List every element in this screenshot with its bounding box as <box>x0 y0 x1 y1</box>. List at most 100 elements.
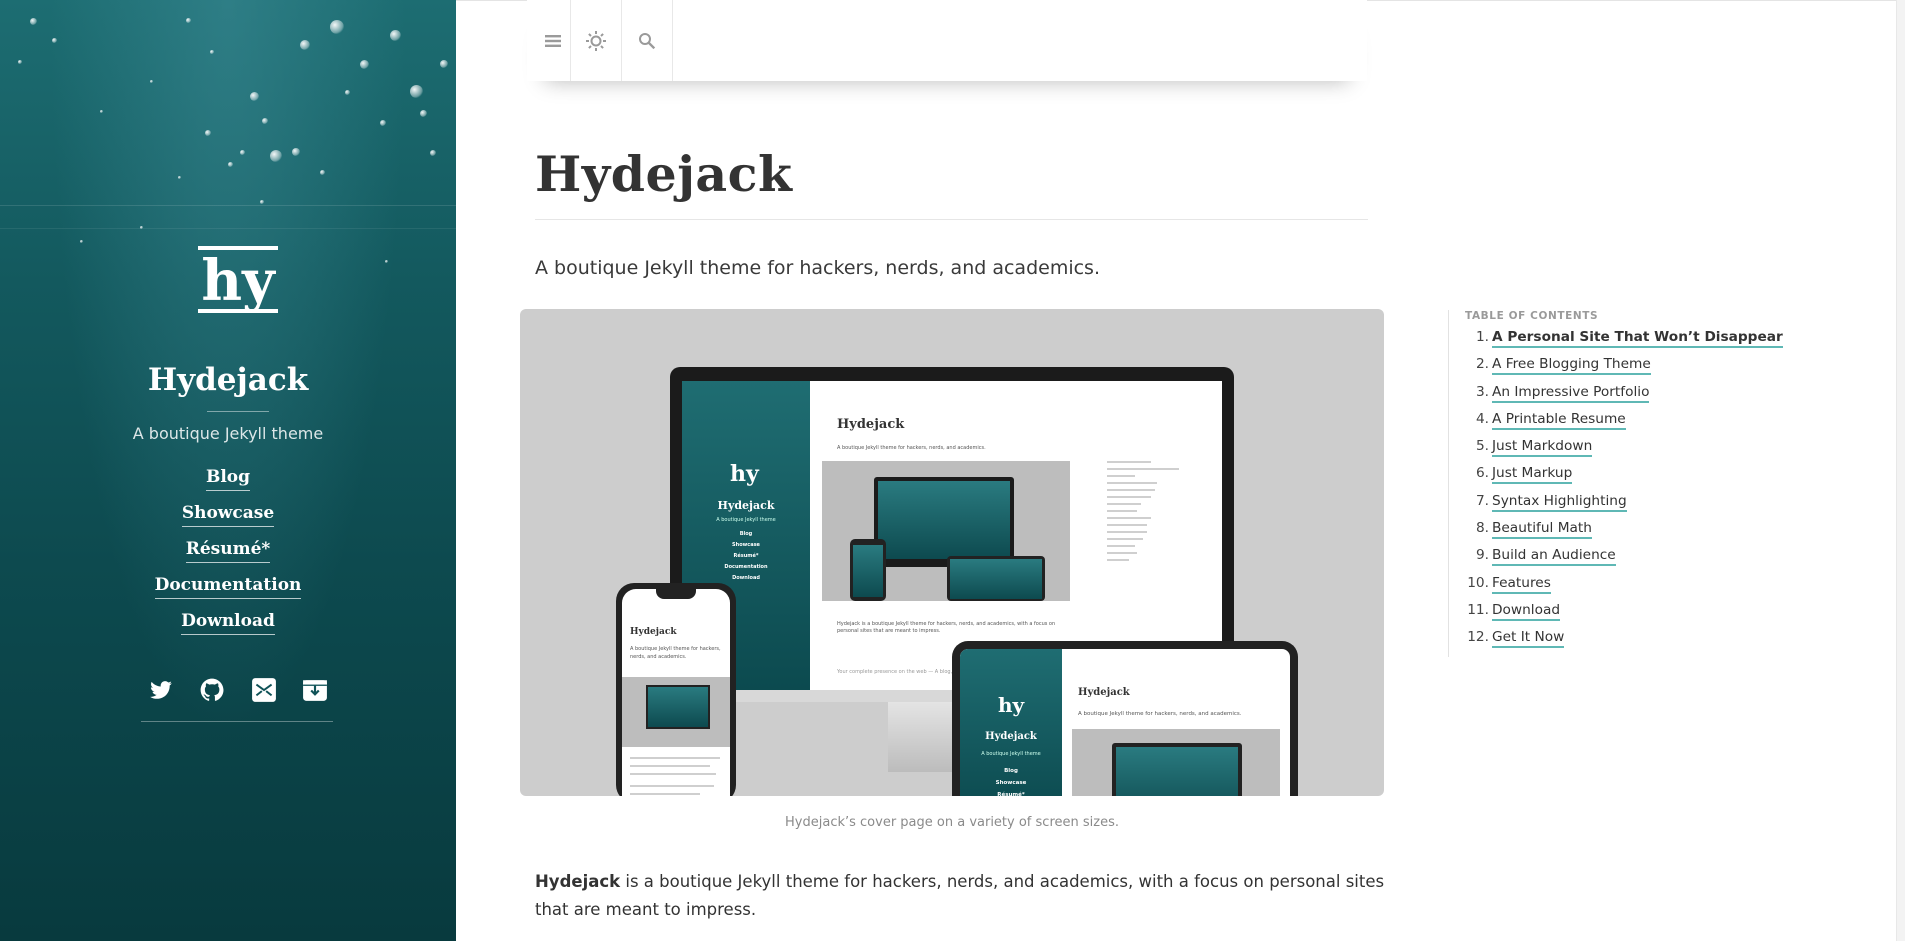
toc-link-markup[interactable]: Just Markup <box>1492 465 1573 485</box>
mockup-phone-title: Hydejack <box>630 627 677 637</box>
title-divider <box>535 219 1368 220</box>
toc-link-get-it-now[interactable]: Get It Now <box>1492 629 1565 649</box>
bubble <box>320 170 325 175</box>
toc-link-download[interactable]: Download <box>1492 602 1561 621</box>
toc-link-markdown[interactable]: Just Markdown <box>1492 438 1593 458</box>
bubble <box>390 30 401 41</box>
mockup-nav-item: Résumé* <box>997 792 1025 796</box>
water-surface <box>0 228 456 229</box>
bubble <box>420 110 427 117</box>
toc-link-portfolio[interactable]: An Impressive Portfolio <box>1492 384 1650 403</box>
mockup-phone-lead: A boutique Jekyll theme for hackers, ner… <box>630 646 721 660</box>
bubble <box>385 260 388 263</box>
toc-number: 12. <box>1467 629 1489 646</box>
github-icon[interactable] <box>199 677 225 703</box>
nav-link-download[interactable]: Download <box>181 610 275 635</box>
water-surface <box>0 205 456 206</box>
mini-desktop <box>874 477 1014 567</box>
toc-heading: Table of Contents <box>1465 310 1599 322</box>
toc-number: 9. <box>1475 547 1489 564</box>
toc-number: 4. <box>1475 410 1489 427</box>
bubble <box>52 38 57 43</box>
toc-item: 4. A Printable Resume <box>1465 411 1795 438</box>
mockup-tablet: hy Hydejack A boutique Jekyll theme Blog… <box>952 641 1298 796</box>
bubble <box>410 85 423 98</box>
toc-link-audience[interactable]: Build an Audience <box>1492 547 1616 567</box>
mockup-lead: A boutique Jekyll theme for hackers, ner… <box>837 445 986 451</box>
toc-item: 10. Features <box>1465 575 1795 602</box>
bubble <box>270 150 282 162</box>
toc-link-blogging-theme[interactable]: A Free Blogging Theme <box>1492 356 1651 376</box>
bubble <box>186 18 191 23</box>
toc-item: 11. Download <box>1465 602 1795 629</box>
toc-link-personal-site[interactable]: A Personal Site That Won’t Disappear <box>1492 329 1783 348</box>
mockup-tablet-sidebar: hy Hydejack A boutique Jekyll theme Blog… <box>960 649 1062 796</box>
intro-bold: Hydejack <box>535 872 621 891</box>
nav-link-showcase[interactable]: Showcase <box>181 502 275 527</box>
bubble <box>260 200 264 204</box>
mockup-tablet-lead: A boutique Jekyll theme for hackers, ner… <box>1078 711 1242 717</box>
bubble <box>80 240 83 243</box>
page-scrollbar[interactable] <box>1896 0 1905 941</box>
mockup-nav-item: Blog <box>739 531 753 537</box>
nav-link-blog[interactable]: Blog <box>205 466 251 491</box>
site-tagline: A boutique Jekyll theme <box>132 424 324 443</box>
mockup-body: Hydejack is a boutique Jekyll theme for … <box>837 621 1056 634</box>
search-button[interactable] <box>622 0 672 81</box>
mini-tablet <box>947 556 1045 601</box>
search-icon <box>639 32 656 49</box>
theme-toggle-button[interactable] <box>571 0 621 81</box>
hy-logo[interactable]: hy <box>196 245 280 319</box>
toc-number: 5. <box>1475 438 1489 455</box>
sidebar-nav: Blog Showcase Résumé* Documentation Down… <box>0 466 456 646</box>
nav-link-resume[interactable]: Résumé* <box>185 538 271 563</box>
toc-item: 2. A Free Blogging Theme <box>1465 356 1795 383</box>
social-links <box>148 677 328 703</box>
bubble <box>345 90 350 95</box>
mockup-phone-screen: Hydejack A boutique Jekyll theme for hac… <box>622 589 730 796</box>
toc-number: 10. <box>1467 574 1489 591</box>
mockup-nav: Blog Showcase Résumé* Documentation Down… <box>682 529 810 584</box>
toc-link-resume[interactable]: A Printable Resume <box>1492 411 1626 430</box>
toc-number: 8. <box>1475 520 1489 537</box>
page-title: Hydejack <box>535 145 793 203</box>
toc-item: 12. Get It Now <box>1465 629 1795 656</box>
mini-phone <box>850 539 886 601</box>
bubble <box>210 50 214 54</box>
social-divider <box>141 721 333 722</box>
toc-item: 1. A Personal Site That Won’t Disappear <box>1465 329 1795 356</box>
toc-item: 6. Just Markup <box>1465 465 1795 492</box>
email-icon[interactable] <box>251 677 277 703</box>
bubble <box>292 148 300 156</box>
toc-number: 3. <box>1475 383 1489 400</box>
toc-link-features[interactable]: Features <box>1492 575 1551 594</box>
toc-number: 11. <box>1467 601 1489 618</box>
toc-link-math[interactable]: Beautiful Math <box>1492 520 1592 540</box>
mockup-page-title: Hydejack <box>837 417 905 432</box>
toc-item: 3. An Impressive Portfolio <box>1465 384 1795 411</box>
mockup-tablet-nav: Blog Showcase Résumé* <box>960 765 1062 796</box>
bubble <box>178 176 181 179</box>
rss-icon[interactable] <box>302 677 328 703</box>
svg-text:hy: hy <box>201 248 276 314</box>
toc-link-syntax[interactable]: Syntax Highlighting <box>1492 493 1627 512</box>
site-title[interactable]: Hydejack <box>0 362 456 398</box>
mockup-tablet-logo: hy <box>998 693 1025 717</box>
intro-paragraph: Hydejack is a boutique Jekyll theme for … <box>535 868 1385 924</box>
mockup-tablet-hero <box>1072 729 1280 796</box>
mockup-logo: hy <box>730 461 759 487</box>
bubble <box>360 60 369 69</box>
toc-number: 6. <box>1475 465 1489 482</box>
bubble <box>150 80 153 83</box>
table-of-contents: Table of Contents 1. A Personal Site That… <box>1448 310 1795 657</box>
mockup-tablet-page-title: Hydejack <box>1078 687 1130 698</box>
toc-number: 7. <box>1475 492 1489 509</box>
twitter-icon[interactable] <box>148 677 174 703</box>
toc-item: 9. Build an Audience <box>1465 547 1795 574</box>
bubble <box>240 150 245 155</box>
mockup-phone-hero <box>622 677 730 747</box>
toc-item: 7. Syntax Highlighting <box>1465 493 1795 520</box>
nav-link-documentation[interactable]: Documentation <box>154 574 302 599</box>
bubble <box>228 162 233 167</box>
bubble <box>30 18 37 25</box>
